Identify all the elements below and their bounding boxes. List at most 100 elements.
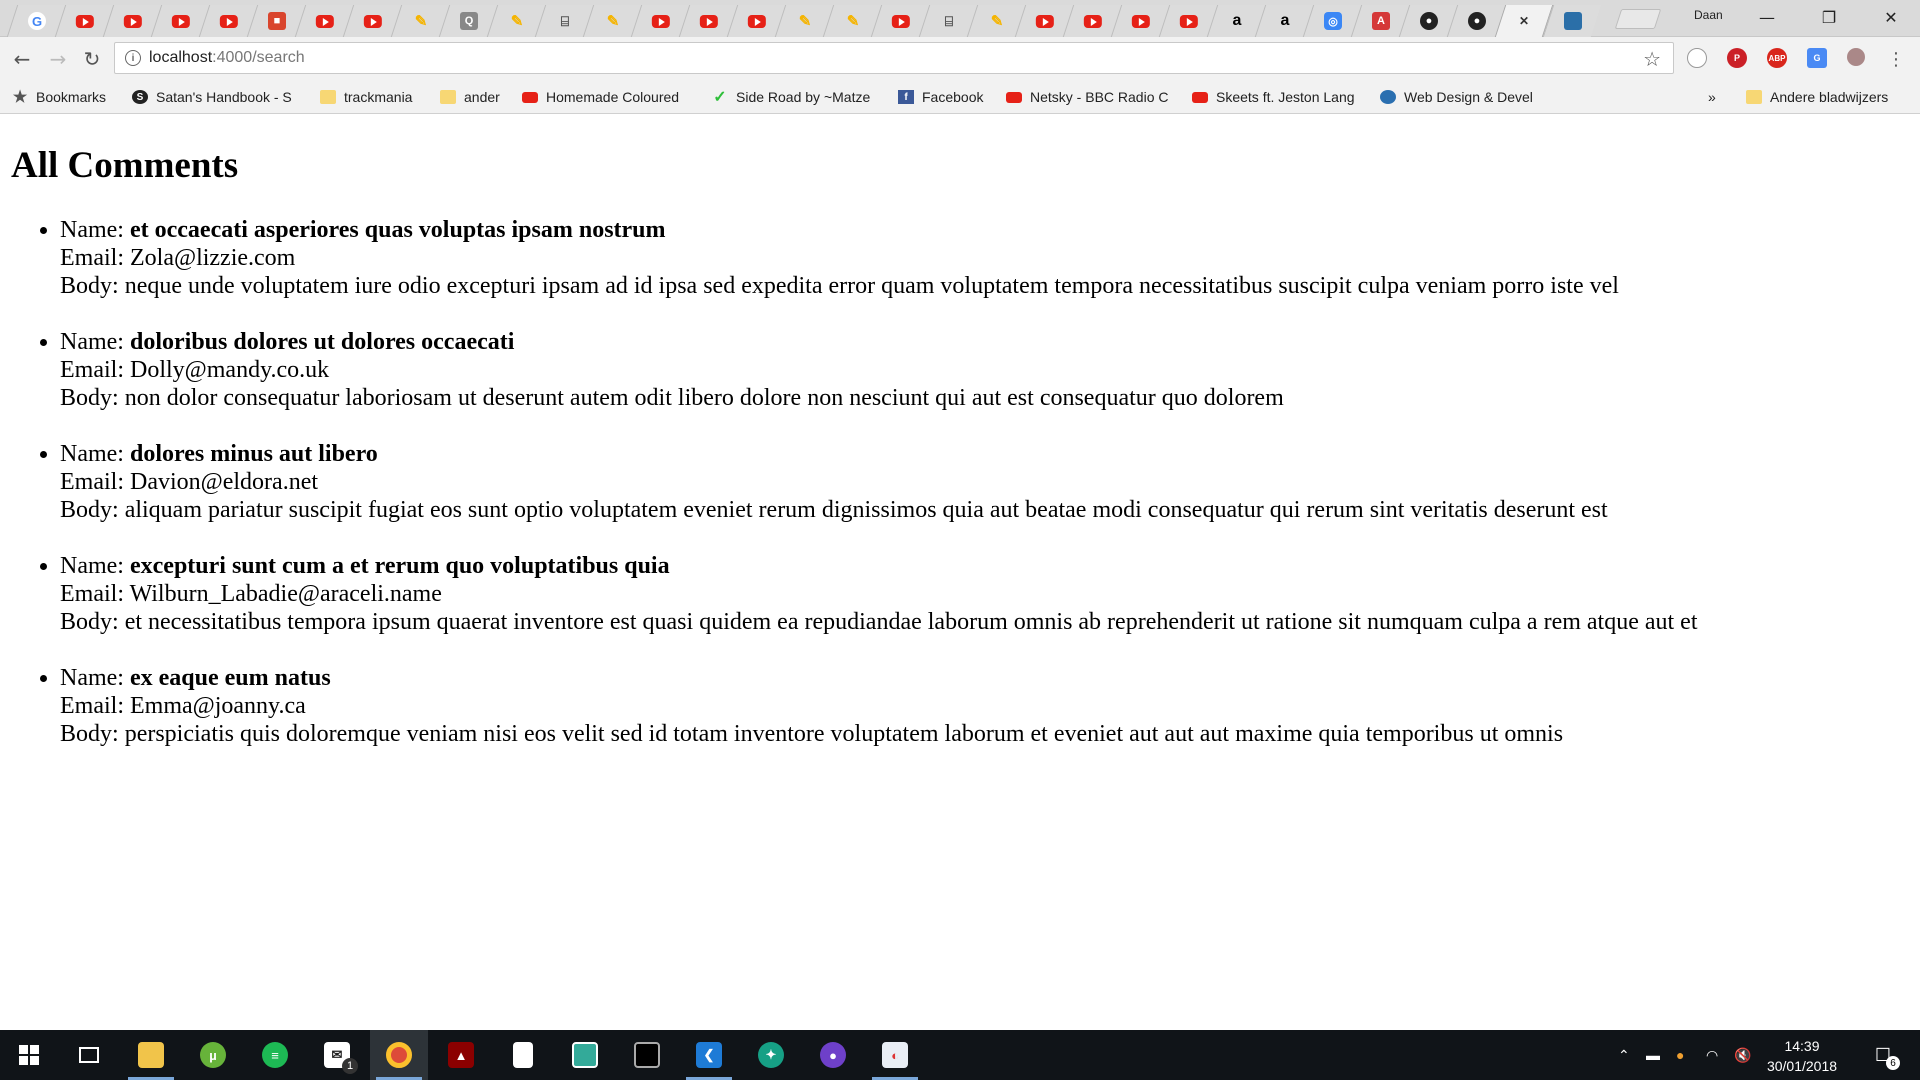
book-icon: ⌸ [560,12,569,29]
new-tab-button[interactable] [1614,9,1662,29]
taskbar-terminal[interactable] [618,1030,676,1080]
reload-button[interactable]: ↻ [78,45,106,73]
url-text[interactable]: localhost:4000/search [149,49,305,67]
youtube-icon [522,91,538,103]
address-bar[interactable]: i localhost:4000/search ☆ [114,42,1674,74]
bookmarks-bar: ★ Bookmarks S Satan's Handbook - S trackmani… [0,80,1920,114]
clock[interactable]: 14:39 30/01/2018 [1766,1036,1838,1076]
flame-app-icon: ▲ [448,1042,474,1068]
bookmark-item[interactable]: S Satan's Handbook - S [132,88,308,106]
pen-icon: ✎ [990,13,1003,30]
youtube-icon [363,14,382,28]
minimize-button[interactable]: — [1744,0,1790,34]
bookmark-item[interactable]: Homemade Coloured [522,88,704,106]
bookmark-star-icon[interactable]: ☆ [1643,47,1661,71]
comment-email-label: Email: [60,245,130,271]
comment-email: Davion@eldora.net [129,469,319,495]
bookmark-item[interactable]: Netsky - BBC Radio C [1006,88,1184,106]
comment-email: Emma@joanny.ca [129,693,306,719]
tab-strip: Daan — ❐ ✕ G ■ ✎ Q ✎ ⌸ ✎ ✎ ✎ ⌸ ✎ a a ◎ A ● ● ✕ [0,0,1920,37]
comment-item: Name: excepturi sunt cum a et rerum quo … [60,552,1698,636]
start-button[interactable] [0,1030,58,1080]
youtube-icon [699,14,718,28]
taskbar-file[interactable] [494,1030,552,1080]
comment-body-label: Body: [60,609,125,635]
github-desktop-icon: ● [820,1042,846,1068]
taskbar-explorer[interactable] [122,1030,180,1080]
youtube-icon [1179,14,1198,28]
menu-icon[interactable]: ⋮ [1882,45,1910,73]
battery-icon[interactable]: ▬ [1646,1030,1660,1080]
comment-body-label: Body: [60,273,125,299]
bookmark-item[interactable]: ★ Bookmarks [12,88,116,106]
gitkraken-icon: ✦ [758,1042,784,1068]
browser-tab[interactable] [1542,5,1602,37]
bookmarks-overflow-button[interactable]: » [1708,88,1716,106]
taskbar-spotify[interactable]: ≡ [246,1030,304,1080]
close-tab-icon[interactable]: ✕ [1515,12,1533,30]
taskbar-github-desktop[interactable]: ● [804,1030,862,1080]
profile-avatar-icon[interactable] [1847,48,1865,66]
volume-muted-icon[interactable]: 🔇 [1734,1030,1751,1080]
bookmark-label: Facebook [922,89,984,105]
comment-email: Dolly@mandy.co.uk [129,357,330,383]
translate-icon[interactable]: G [1807,48,1827,68]
comment-name: doloribus dolores ut dolores occaecati [129,329,515,355]
info-icon[interactable]: i [125,50,141,66]
bookmark-item[interactable]: Web Design & Devel [1380,88,1552,106]
comment-body-label: Body: [60,721,125,747]
youtube-icon [651,14,670,28]
bookmark-item[interactable]: f Facebook [898,88,996,106]
other-bookmarks-label: Andere bladwijzers [1770,89,1889,105]
bookmark-item[interactable]: ander [440,88,516,106]
youtube-icon [75,14,94,28]
extension-circle-icon[interactable] [1687,48,1707,68]
taskbar-mail[interactable]: ✉ 1 [308,1030,366,1080]
facebook-icon: f [898,90,914,104]
taskbar-vscode[interactable]: ❮ [680,1030,738,1080]
comment-email-label: Email: [60,357,130,383]
tray-app-icon[interactable]: ● [1676,1030,1684,1080]
task-view-icon [79,1047,99,1063]
browser-toolbar: ← → ↻ i localhost:4000/search ☆ P ABP G … [0,37,1920,80]
wifi-icon[interactable]: ◠ [1706,1030,1718,1080]
taskbar-app-window[interactable] [556,1030,614,1080]
taskbar-chrome[interactable] [370,1030,428,1080]
comment-name: excepturi sunt cum a et rerum quo volupt… [129,553,670,579]
youtube-icon [1192,91,1208,103]
comment-item: Name: dolores minus aut liberoEmail: Dav… [60,440,1698,524]
comment-email-label: Email: [60,469,130,495]
taskbar-paint[interactable]: ◐ [866,1030,924,1080]
pen-icon: ✎ [798,13,811,30]
comment-email-label: Email: [60,581,130,607]
star-icon: ★ [12,89,28,106]
bird-icon [1563,12,1582,30]
taskbar-gitkraken[interactable]: ✦ [742,1030,800,1080]
adblock-plus-icon[interactable]: ABP [1767,48,1787,68]
tray-chevron-icon[interactable]: ⌃ [1618,1030,1630,1080]
bookmark-label: ander [464,89,500,105]
back-button[interactable]: ← [8,45,36,73]
profile-name[interactable]: Daan [1694,8,1723,22]
bookmark-item[interactable]: ✓ Side Road by ~Matze [712,88,890,106]
task-view-button[interactable] [60,1030,118,1080]
github-icon: ● [1467,12,1486,30]
other-bookmarks-folder[interactable]: Andere bladwijzers [1746,88,1888,106]
taskbar-utorrent[interactable]: µ [184,1030,242,1080]
bookmark-label: Side Road by ~Matze [736,89,871,105]
bookmark-label: Netsky - BBC Radio C [1030,89,1169,105]
folder-icon [320,90,336,104]
bookmark-item[interactable]: Skeets ft. Jeston Lang [1192,88,1372,106]
pinterest-icon[interactable]: P [1727,48,1747,68]
forward-button[interactable]: → [44,45,72,73]
bookmark-item[interactable]: trackmania [320,88,430,106]
close-window-button[interactable]: ✕ [1868,0,1914,34]
terminal-icon [634,1042,660,1068]
comment-name: et occaecati asperiores quas voluptas ip… [129,217,666,243]
action-center-button[interactable]: ☐ 6 [1868,1030,1900,1080]
taskbar-app-flame[interactable]: ▲ [432,1030,490,1080]
restore-button[interactable]: ❐ [1806,0,1852,34]
comment-email: Wilburn_Labadie@araceli.name [129,581,442,607]
comment-body-label: Body: [60,497,125,523]
folder-icon [1746,90,1762,104]
